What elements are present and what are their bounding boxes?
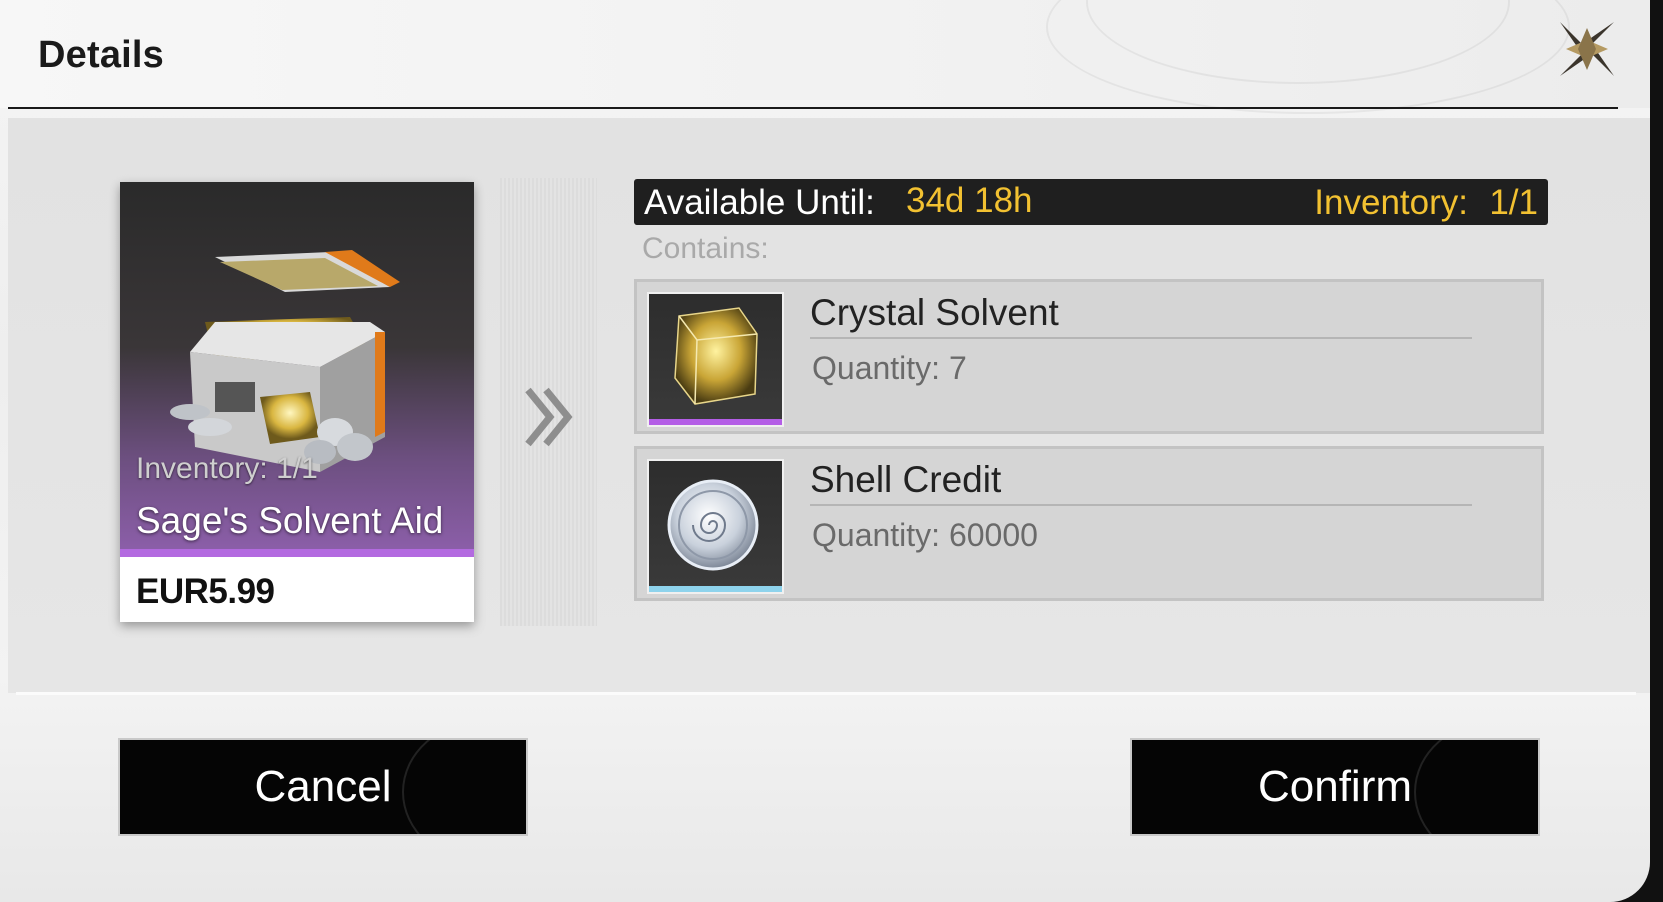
- dialog-title: Details: [38, 34, 165, 76]
- list-item: Crystal Solvent Quantity: 7: [634, 279, 1544, 434]
- close-icon: [1560, 22, 1614, 76]
- item-icon-frame: [647, 292, 784, 427]
- item-icon-frame: [647, 459, 784, 594]
- rarity-strip: [120, 549, 474, 557]
- close-button[interactable]: [1556, 18, 1618, 80]
- product-card: Inventory: 1/1 Sage's Solvent Aid EUR5.9…: [120, 182, 474, 622]
- available-until-label: Available Until:: [644, 183, 875, 222]
- available-until-value: 34d 18h: [906, 181, 1033, 220]
- product-inventory: Inventory: 1/1: [136, 452, 318, 485]
- cancel-button-label: Cancel: [254, 762, 392, 811]
- contains-label: Contains:: [642, 232, 769, 265]
- product-name: Sage's Solvent Aid: [136, 500, 444, 541]
- treasure-chest-icon: [170, 250, 400, 472]
- double-chevron-right-icon: [525, 387, 573, 447]
- inventory-value: 1/1: [1489, 183, 1538, 222]
- item-quantity: Quantity: 60000: [812, 517, 1038, 553]
- item-divider: [810, 504, 1472, 506]
- inventory-label: Inventory:: [1314, 183, 1468, 222]
- item-quantity: Quantity: 7: [812, 350, 967, 386]
- confirm-button[interactable]: Confirm: [1130, 738, 1540, 836]
- list-item: Shell Credit Quantity: 60000: [634, 446, 1544, 601]
- item-name: Crystal Solvent: [810, 292, 1059, 333]
- product-price: EUR5.99: [136, 572, 275, 611]
- crystal-cube-icon: [674, 307, 758, 405]
- details-dialog: Details Inventory: 1/1 Sage's Solvent Ai…: [0, 0, 1650, 902]
- shell-coin-icon: [667, 479, 759, 571]
- availability-bar: Available Until: 34d 18h Inventory: 1/1: [634, 179, 1548, 225]
- rarity-strip: [649, 586, 782, 592]
- confirm-button-label: Confirm: [1257, 762, 1413, 811]
- cancel-button[interactable]: Cancel: [118, 738, 528, 836]
- panel-divider: [16, 692, 1636, 695]
- dialog-header: Details: [0, 0, 1650, 114]
- item-divider: [810, 337, 1472, 339]
- rarity-strip: [649, 419, 782, 425]
- product-image: [120, 182, 474, 549]
- header-divider: [8, 107, 1618, 109]
- item-name: Shell Credit: [810, 459, 1002, 500]
